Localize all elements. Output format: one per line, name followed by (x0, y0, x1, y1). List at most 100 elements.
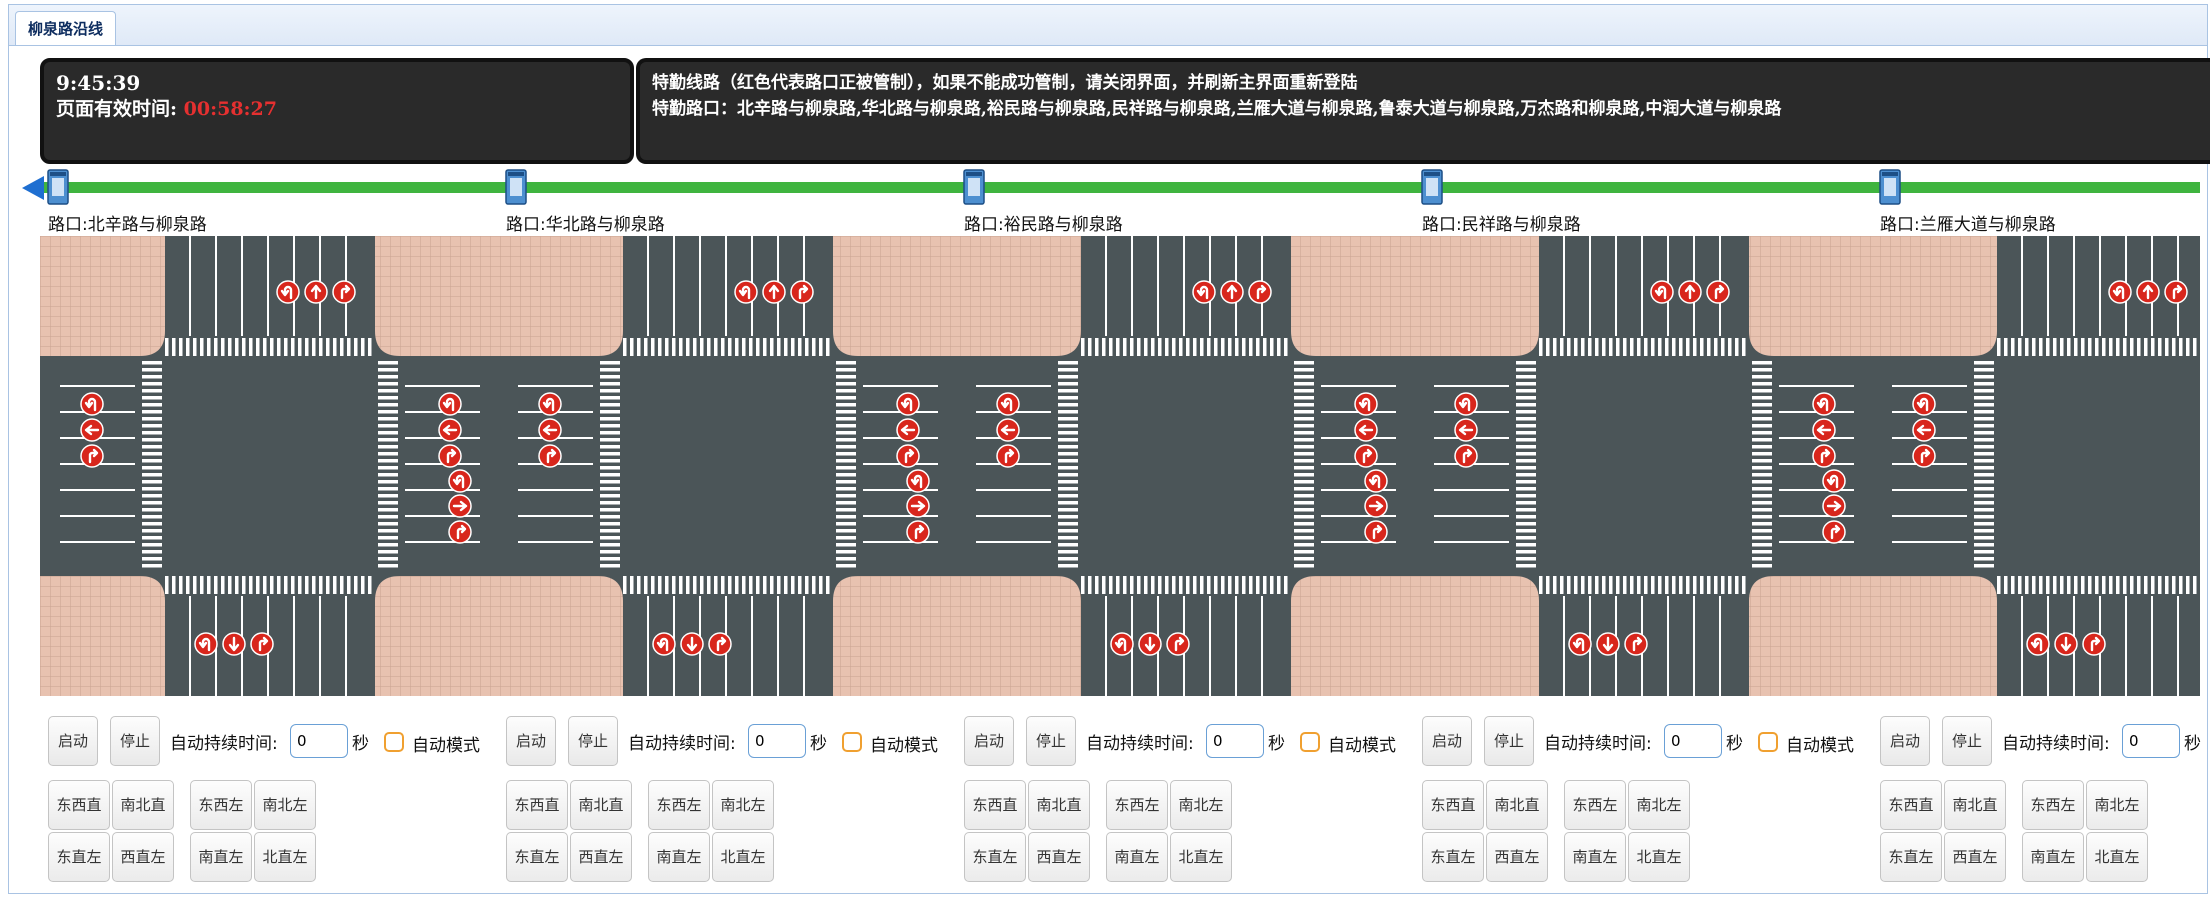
south-uturn-arrow-icon (1568, 632, 1592, 656)
phase-button-ew-left[interactable]: 东西左 (648, 780, 710, 830)
phase-button-north-straight-left[interactable]: 北直左 (2086, 832, 2148, 882)
phase-button-ew-straight[interactable]: 东西直 (1880, 780, 1942, 830)
signal-light-icon[interactable] (963, 169, 985, 205)
phase-button-ew-left[interactable]: 东西左 (1106, 780, 1168, 830)
info-line-intersections: 特勤路口：北辛路与柳泉路,华北路与柳泉路,裕民路与柳泉路,民祥路与柳泉路,兰雁大… (652, 99, 1782, 119)
stop-button[interactable]: 停止 (1942, 716, 1992, 766)
phase-button-north-straight-left[interactable]: 北直左 (254, 832, 316, 882)
start-button[interactable]: 启动 (506, 716, 556, 766)
info-line-route: 特勤线路（红色代表路口正被管制），如果不能成功管制，请关闭界面，并刷新主界面重新… (652, 73, 1358, 93)
south-straight-arrow-icon (1596, 632, 1620, 656)
phase-button-north-straight-left[interactable]: 北直左 (712, 832, 774, 882)
west-uturn-arrow-icon (1822, 469, 1846, 493)
phase-button-east-straight-left[interactable]: 东直左 (506, 832, 568, 882)
phase-button-west-straight-left[interactable]: 西直左 (1486, 832, 1548, 882)
sidewalk-block (1414, 236, 1539, 356)
sidewalk-block (40, 236, 165, 356)
phase-button-south-straight-left[interactable]: 南直左 (1106, 832, 1168, 882)
duration-input[interactable] (290, 724, 348, 758)
stop-button[interactable]: 停止 (1484, 716, 1534, 766)
duration-input[interactable] (1664, 724, 1722, 758)
phase-button-east-straight-left[interactable]: 东直左 (964, 832, 1026, 882)
phase-button-ew-straight[interactable]: 东西直 (964, 780, 1026, 830)
phase-button-south-straight-left[interactable]: 南直左 (1564, 832, 1626, 882)
phase-button-ew-straight[interactable]: 东西直 (48, 780, 110, 830)
phase-button-ew-straight[interactable]: 东西直 (1422, 780, 1484, 830)
phase-button-ns-straight[interactable]: 南北直 (570, 780, 632, 830)
east-uturn-arrow-icon (1354, 392, 1378, 416)
phase-button-ns-left[interactable]: 南北左 (1628, 780, 1690, 830)
phase-button-ns-left[interactable]: 南北左 (1170, 780, 1232, 830)
south-right-arrow-icon (708, 632, 732, 656)
stop-button[interactable]: 停止 (110, 716, 160, 766)
phase-button-south-straight-left[interactable]: 南直左 (648, 832, 710, 882)
north-uturn-arrow-icon (1650, 280, 1674, 304)
route-left-arrow-icon[interactable] (22, 176, 44, 200)
north-right-arrow-icon (2164, 280, 2188, 304)
west-right-arrow-icon (1912, 444, 1936, 468)
tab-liuquan-corridor[interactable]: 柳泉路沿线 (15, 11, 117, 45)
phase-button-ns-left[interactable]: 南北左 (254, 780, 316, 830)
phase-button-ns-straight[interactable]: 南北直 (1028, 780, 1090, 830)
phase-button-ew-left[interactable]: 东西左 (2022, 780, 2084, 830)
west-right-arrow-icon (996, 444, 1020, 468)
phase-button-north-straight-left[interactable]: 北直左 (1628, 832, 1690, 882)
phase-button-east-straight-left[interactable]: 东直左 (1880, 832, 1942, 882)
duration-input[interactable] (1206, 724, 1264, 758)
phase-button-east-straight-left[interactable]: 东直左 (1422, 832, 1484, 882)
signal-light-icon[interactable] (505, 169, 527, 205)
north-uturn-arrow-icon (1192, 280, 1216, 304)
signal-light-icon[interactable] (1879, 169, 1901, 205)
west-right-arrow-icon (1364, 520, 1388, 544)
auto-mode-checkbox[interactable] (1300, 732, 1320, 752)
phase-button-ew-left[interactable]: 东西左 (1564, 780, 1626, 830)
phase-button-west-straight-left[interactable]: 西直左 (1944, 832, 2006, 882)
phase-button-north-straight-left[interactable]: 北直左 (1170, 832, 1232, 882)
duration-label: 自动持续时间: (2002, 734, 2110, 754)
auto-mode-checkbox[interactable] (1758, 732, 1778, 752)
start-button[interactable]: 启动 (48, 716, 98, 766)
phase-button-west-straight-left[interactable]: 西直左 (1028, 832, 1090, 882)
phase-button-ns-left[interactable]: 南北左 (712, 780, 774, 830)
duration-input[interactable] (2122, 724, 2180, 758)
sidewalk-block (833, 236, 956, 356)
start-button[interactable]: 启动 (1880, 716, 1930, 766)
auto-mode-label: 自动模式 (412, 736, 480, 756)
west-right-arrow-icon (538, 444, 562, 468)
auto-mode-checkbox[interactable] (384, 732, 404, 752)
phase-button-west-straight-left[interactable]: 西直左 (570, 832, 632, 882)
auto-mode-checkbox[interactable] (842, 732, 862, 752)
duration-label: 自动持续时间: (628, 734, 736, 754)
stop-button[interactable]: 停止 (1026, 716, 1076, 766)
phase-button-south-straight-left[interactable]: 南直左 (2022, 832, 2084, 882)
intersection-label: 路口:裕民路与柳泉路 (964, 215, 1123, 235)
phase-button-ns-straight[interactable]: 南北直 (112, 780, 174, 830)
west-right-arrow-icon (448, 520, 472, 544)
phase-button-ew-left[interactable]: 东西左 (190, 780, 252, 830)
phase-button-south-straight-left[interactable]: 南直左 (190, 832, 252, 882)
west-right-arrow-icon (80, 444, 104, 468)
tab-bar: 柳泉路沿线 (9, 5, 2207, 46)
signal-light-icon[interactable] (47, 169, 69, 205)
phase-button-ew-straight[interactable]: 东西直 (506, 780, 568, 830)
sidewalk-block (1414, 576, 1539, 696)
west-uturn-arrow-icon (448, 469, 472, 493)
duration-input[interactable] (748, 724, 806, 758)
phase-button-ns-straight[interactable]: 南北直 (1486, 780, 1548, 830)
start-button[interactable]: 启动 (1422, 716, 1472, 766)
north-uturn-arrow-icon (2108, 280, 2132, 304)
south-right-arrow-icon (1166, 632, 1190, 656)
auto-mode-label: 自动模式 (870, 736, 938, 756)
phase-button-ns-left[interactable]: 南北左 (2086, 780, 2148, 830)
north-straight-arrow-icon (762, 280, 786, 304)
sidewalk-block (833, 576, 956, 696)
phase-button-ns-straight[interactable]: 南北直 (1944, 780, 2006, 830)
north-uturn-arrow-icon (276, 280, 300, 304)
start-button[interactable]: 启动 (964, 716, 1014, 766)
north-right-arrow-icon (332, 280, 356, 304)
phase-button-east-straight-left[interactable]: 东直左 (48, 832, 110, 882)
signal-light-icon[interactable] (1421, 169, 1443, 205)
stop-button[interactable]: 停止 (568, 716, 618, 766)
duration-label: 自动持续时间: (1086, 734, 1194, 754)
phase-button-west-straight-left[interactable]: 西直左 (112, 832, 174, 882)
